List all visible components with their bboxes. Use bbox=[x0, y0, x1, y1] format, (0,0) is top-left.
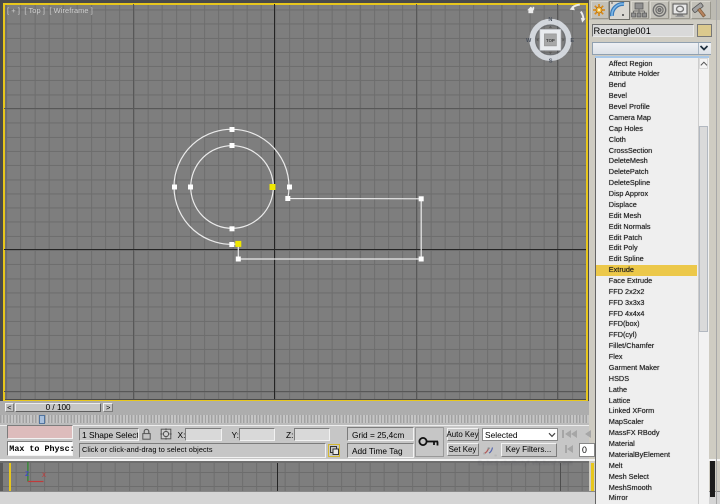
svg-text:TOP: TOP bbox=[546, 38, 555, 43]
svg-text:N: N bbox=[548, 17, 552, 23]
svg-text:W: W bbox=[526, 38, 532, 44]
svg-text:E: E bbox=[570, 38, 574, 44]
svg-text:S: S bbox=[549, 59, 553, 65]
svg-text:z: z bbox=[25, 469, 29, 478]
svg-text:x: x bbox=[42, 470, 46, 479]
